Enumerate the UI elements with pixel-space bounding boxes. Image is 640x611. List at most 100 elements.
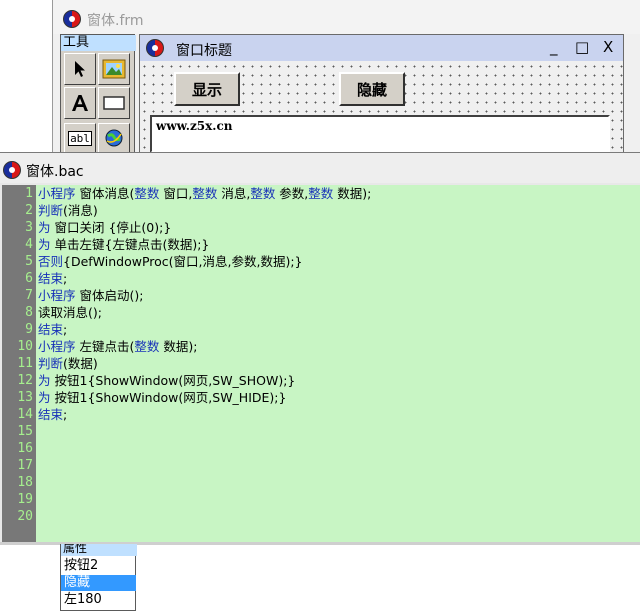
properties-title: 属性 <box>61 544 137 556</box>
code-text: (消息) <box>63 203 98 218</box>
form-app-icon <box>146 39 164 57</box>
code-window: 窗体.bac 1 2 3 4 5 6 7 8 9 10 11 12 13 14 15 16 17 18 19 20 小… <box>0 152 640 545</box>
arrow-cursor-icon <box>75 61 85 77</box>
minimize-button[interactable]: _ <box>550 38 558 56</box>
form-design-surface[interactable]: 窗口标题 _ □ X 显示 隐藏 www.z5x.cn <box>139 34 624 154</box>
code-line[interactable]: 结束; <box>38 270 67 287</box>
line-number: 6 <box>25 271 33 286</box>
frame-icon <box>103 96 125 110</box>
code-text: 参数, <box>275 186 309 201</box>
code-text: 左键点击( <box>75 339 135 354</box>
code-keyword: 判断 <box>38 356 64 371</box>
code-text: 读取消息(); <box>38 305 102 320</box>
toolbox-panel: 工具 abl <box>60 34 136 154</box>
app-icon <box>63 10 81 28</box>
code-keyword: 否则 <box>38 254 64 269</box>
close-button[interactable]: X <box>603 38 613 56</box>
code-line[interactable]: 小程序 窗体启动(); <box>38 287 143 304</box>
properties-panel: 属性 按钮2 隐藏 左180 <box>60 544 137 611</box>
property-item[interactable]: 按钮2 <box>61 558 136 574</box>
textbox-tool-label: abl <box>68 130 92 146</box>
code-keyword: 结束 <box>38 322 64 337</box>
code-keyword: 为 <box>38 390 51 405</box>
code-line[interactable]: 小程序 窗体消息(整数 窗口,整数 消息,整数 参数,整数 数据); <box>38 185 371 202</box>
code-keyword: 为 <box>38 237 51 252</box>
form-designer-title: 窗体.frm <box>87 13 144 29</box>
code-line[interactable]: 结束; <box>38 321 67 338</box>
line-number: 20 <box>17 509 33 524</box>
code-text: 窗口关闭 {停止(0);} <box>50 220 172 235</box>
label-tool[interactable] <box>64 87 96 119</box>
line-number: 7 <box>25 288 33 303</box>
code-line[interactable]: 小程序 左键点击(整数 数据); <box>38 338 197 355</box>
code-text: ; <box>63 271 68 286</box>
code-window-titlebar[interactable]: 窗体.bac <box>0 153 640 183</box>
code-line[interactable]: 否则{DefWindowProc(窗口,消息,参数,数据);} <box>38 253 303 270</box>
code-line[interactable]: 判断(消息) <box>38 202 98 219</box>
textbox-tool[interactable]: abl <box>64 123 96 153</box>
line-number: 9 <box>25 322 33 337</box>
browser-tool[interactable] <box>98 123 130 153</box>
code-keyword: 整数 <box>192 186 218 201</box>
line-number: 18 <box>17 475 33 490</box>
property-item[interactable]: 左180 <box>61 592 136 608</box>
code-line[interactable]: 为 按钮1{ShowWindow(网页,SW_HIDE);} <box>38 389 286 406</box>
code-keyword: 整数 <box>134 339 160 354</box>
pointer-tool[interactable] <box>64 53 96 85</box>
hide-button[interactable]: 隐藏 <box>339 72 405 106</box>
code-keyword: 小程序 <box>38 288 76 303</box>
code-text: ; <box>63 407 68 422</box>
url-textbox[interactable]: www.z5x.cn <box>150 115 610 153</box>
code-text: 窗体消息( <box>75 186 135 201</box>
code-text: 单击左键{左键点击(数据);} <box>50 237 210 252</box>
code-line[interactable]: 为 窗口关闭 {停止(0);} <box>38 219 171 236</box>
form-titlebar: 窗口标题 _ □ X <box>140 35 623 61</box>
line-number: 5 <box>25 254 33 269</box>
code-line[interactable]: 读取消息(); <box>38 304 102 321</box>
code-keyword: 为 <box>38 220 51 235</box>
code-area[interactable]: 小程序 窗体消息(整数 窗口,整数 消息,整数 参数,整数 数据); 判断(消息)… <box>38 185 638 542</box>
maximize-button[interactable]: □ <box>575 38 589 56</box>
code-text: 按钮1{ShowWindow(网页,SW_SHOW);} <box>50 373 296 388</box>
picture-tool[interactable] <box>98 53 130 85</box>
line-number: 11 <box>17 356 33 371</box>
line-number: 17 <box>17 458 33 473</box>
code-line[interactable]: 为 按钮1{ShowWindow(网页,SW_SHOW);} <box>38 372 295 389</box>
show-button[interactable]: 显示 <box>174 72 240 106</box>
code-line[interactable]: 结束; <box>38 406 67 423</box>
line-number: 3 <box>25 220 33 235</box>
code-keyword: 结束 <box>38 407 64 422</box>
code-text: 数据); <box>159 339 198 354</box>
line-number: 15 <box>17 424 33 439</box>
code-text: {DefWindowProc(窗口,消息,参数,数据);} <box>63 254 303 269</box>
picture-icon <box>102 59 126 79</box>
toolbox-title: 工具 <box>61 35 136 51</box>
line-number-gutter: 1 2 3 4 5 6 7 8 9 10 11 12 13 14 15 16 17 18 19 20 <box>2 185 36 542</box>
line-number: 13 <box>17 390 33 405</box>
code-text: 消息, <box>217 186 251 201</box>
code-text: 窗体启动(); <box>75 288 144 303</box>
code-line[interactable]: 为 单击左键{左键点击(数据);} <box>38 236 209 253</box>
line-number: 4 <box>25 237 33 252</box>
form-title: 窗口标题 <box>176 43 232 59</box>
code-keyword: 整数 <box>250 186 276 201</box>
property-item-selected[interactable]: 隐藏 <box>61 575 136 591</box>
line-number: 16 <box>17 441 33 456</box>
text-a-icon <box>72 95 88 111</box>
code-keyword: 为 <box>38 373 51 388</box>
line-number: 8 <box>25 305 33 320</box>
code-keyword: 判断 <box>38 203 64 218</box>
code-keyword: 小程序 <box>38 186 76 201</box>
form-designer-titlebar[interactable]: 窗体.frm <box>53 0 640 34</box>
code-keyword: 结束 <box>38 271 64 286</box>
code-editor[interactable]: 1 2 3 4 5 6 7 8 9 10 11 12 13 14 15 16 17 18 19 20 小程序 窗体消息… <box>2 185 640 542</box>
frame-tool[interactable] <box>98 87 130 119</box>
code-text: ; <box>63 322 68 337</box>
code-window-title: 窗体.bac <box>26 164 84 180</box>
code-line[interactable]: 判断(数据) <box>38 355 98 372</box>
code-text: 窗口, <box>159 186 193 201</box>
line-number: 1 <box>25 186 33 201</box>
line-number: 10 <box>17 339 33 354</box>
line-number: 14 <box>17 407 33 422</box>
line-number: 2 <box>25 203 33 218</box>
